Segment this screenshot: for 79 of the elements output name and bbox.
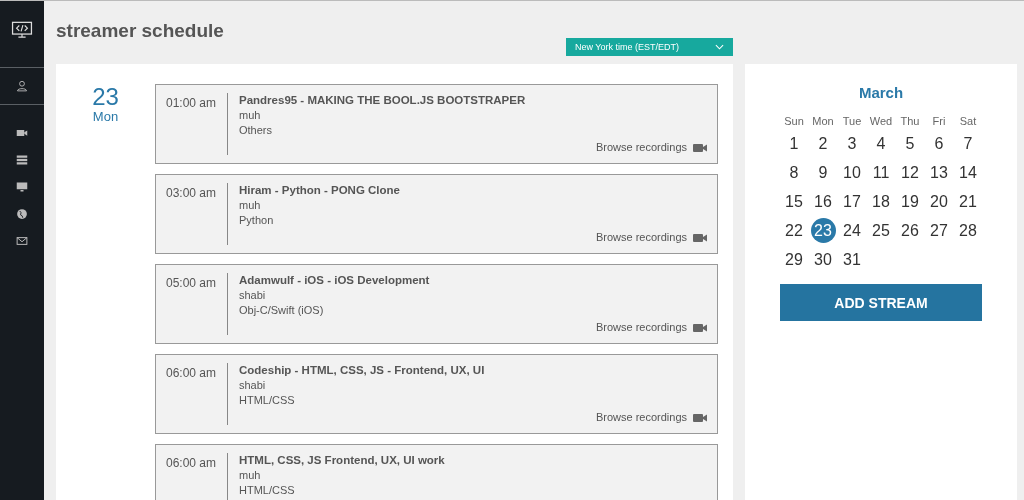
user-icon[interactable] [16,80,28,92]
calendar-month: March [858,84,904,101]
calendar-day[interactable]: 19 [897,189,923,214]
event-time: 01:00 am [156,93,228,155]
page-title: streamer schedule [56,20,224,42]
calendar-day[interactable]: 16 [810,189,836,214]
weekday-label: Tue [842,115,862,127]
weekday-label: Wed [869,115,893,127]
weekday-label: Thu [900,115,920,127]
event-title: Codeship - HTML, CSS, JS - Frontend, UX, UI [239,363,486,378]
calendar-day[interactable]: 21 [955,189,981,214]
calendar-day[interactable]: 29 [781,247,807,272]
calendar-day[interactable]: 28 [955,218,981,243]
day-weekday: Mon [92,110,119,123]
weekday-label: Mon [812,115,834,127]
weekday-label: Sun [784,115,804,127]
calendar-day[interactable]: 26 [897,218,923,243]
event-streamer: muh [239,108,262,123]
calendar-day[interactable]: 9 [810,160,836,185]
event-streamer: shabi [239,288,267,303]
monitor-icon[interactable] [16,181,28,193]
calendar-day[interactable]: 22 [781,218,807,243]
event-category: Obj-C/Swift (iOS) [239,303,325,318]
weekday-label: Fri [932,115,946,127]
event-category: HTML/CSS [239,483,296,498]
event-category: HTML/CSS [239,393,296,408]
browse-recordings-link[interactable]: Browse recordings [595,230,687,245]
monitor-code-icon[interactable] [11,21,33,39]
event-streamer: muh [239,468,262,483]
video-camera-icon[interactable] [693,413,707,422]
calendar-day[interactable]: 8 [781,160,807,185]
video-camera-icon[interactable] [693,323,707,332]
calendar-day[interactable]: 18 [868,189,894,214]
event-streamer: muh [239,198,262,213]
calendar-day[interactable]: 5 [897,131,923,156]
calendar-day[interactable]: 2 [810,131,836,156]
event-title: HTML, CSS, JS Frontend, UX, UI work [239,453,446,468]
calendar-day[interactable]: 12 [897,160,923,185]
video-camera-icon[interactable] [693,233,707,242]
chevron-down-icon [715,44,724,50]
event-time: 03:00 am [156,183,228,245]
calendar-day[interactable]: 3 [839,131,865,156]
event-title: Hiram - Python - PONG Clone [239,183,401,198]
event-time: 06:00 am [156,453,228,500]
event-time: 06:00 am [156,363,228,425]
event-time: 05:00 am [156,273,228,335]
calendar-day[interactable]: 27 [926,218,952,243]
calendar-day[interactable]: 20 [926,189,952,214]
event-title: Pandres95 - MAKING THE BOOL.JS BOOTSTRAPER [239,93,527,108]
calendar-day[interactable]: 6 [926,131,952,156]
calendar-day[interactable]: 4 [868,131,894,156]
day-number: 23 [92,84,119,110]
server-icon[interactable] [16,154,28,166]
calendar-day[interactable]: 23 [810,218,836,243]
video-camera-icon[interactable] [16,127,28,139]
add-stream-button[interactable]: ADD STREAM [780,284,982,321]
calendar-day[interactable]: 25 [868,218,894,243]
event-title: Adamwulf - iOS - iOS Development [239,273,431,288]
calendar-day[interactable]: 11 [868,160,894,185]
browse-recordings-link[interactable]: Browse recordings [595,320,687,335]
event-category: Python [239,213,275,228]
calendar-day[interactable]: 17 [839,189,865,214]
event-category: Others [239,123,273,138]
calendar-day[interactable]: 15 [781,189,807,214]
calendar-day[interactable]: 13 [926,160,952,185]
browse-recordings-link[interactable]: Browse recordings [595,410,687,425]
calendar-day[interactable]: 30 [810,247,836,272]
calendar-day[interactable]: 7 [955,131,981,156]
calendar-day[interactable]: 10 [839,160,865,185]
event-streamer: shabi [239,378,267,393]
calendar-day[interactable]: 14 [955,160,981,185]
video-camera-icon[interactable] [693,143,707,152]
mail-icon[interactable] [16,235,28,247]
calendar-day[interactable]: 31 [839,247,865,272]
calendar-day[interactable]: 24 [839,218,865,243]
weekday-label: Sat [959,115,977,127]
browse-recordings-link[interactable]: Browse recordings [595,140,687,155]
globe-icon[interactable] [16,208,28,220]
calendar-day[interactable]: 1 [781,131,807,156]
